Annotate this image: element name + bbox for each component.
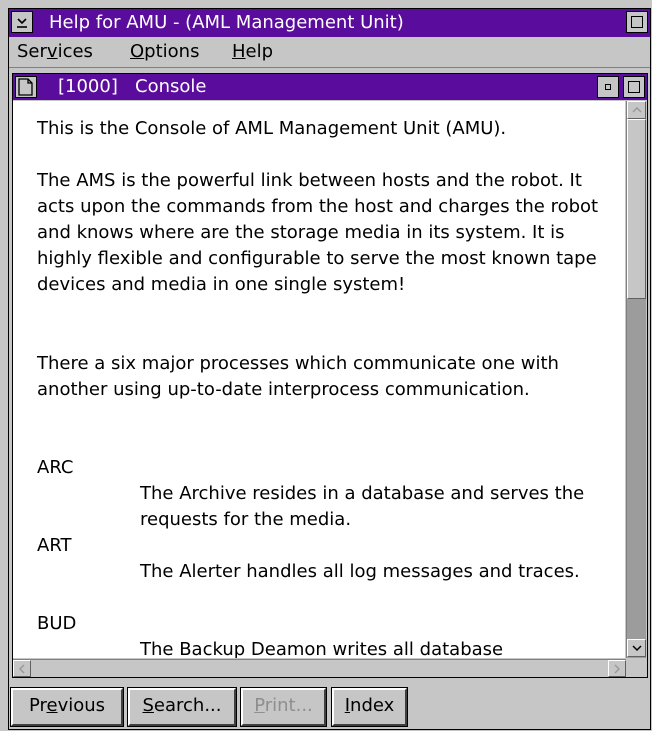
search-label: earch... xyxy=(153,695,222,716)
menu-services-label-a: Ser xyxy=(17,41,47,62)
chevron-left-icon xyxy=(19,663,25,674)
button-bar: Previous Search... Print... Index xyxy=(9,684,650,730)
paragraph: The AMS is the powerful link between hos… xyxy=(37,170,599,295)
paragraph: There a six major processes which commun… xyxy=(37,353,559,400)
index-button[interactable]: Index xyxy=(331,687,408,727)
window-title: Help for AMU - (AML Management Unit) xyxy=(49,12,404,33)
console-title: [1000] Console xyxy=(58,76,207,97)
menu-services-label-b: ices xyxy=(57,41,93,62)
console-maximize-button[interactable] xyxy=(623,76,645,98)
scroll-left-button[interactable] xyxy=(13,660,31,677)
previous-button[interactable]: Previous xyxy=(10,687,124,727)
previous-label-b: vious xyxy=(57,695,106,716)
document-icon[interactable] xyxy=(15,76,37,98)
menu-options[interactable]: Options xyxy=(130,41,199,63)
vertical-scrollbar[interactable] xyxy=(626,101,646,658)
menu-help-mnemonic: H xyxy=(232,41,246,62)
print-label: rint... xyxy=(264,695,313,716)
paragraph: This is the Console of AML Management Un… xyxy=(37,118,507,139)
scroll-down-button[interactable] xyxy=(627,639,646,657)
scroll-thumb[interactable] xyxy=(627,119,646,299)
menu-services[interactable]: Services xyxy=(17,41,93,63)
console-window: [1000] Console This is the Console of AM… xyxy=(12,73,648,678)
menu-options-label: ptions xyxy=(144,41,200,62)
title-bar[interactable]: Help for AMU - (AML Management Unit) xyxy=(9,9,650,37)
menu-help-label: elp xyxy=(245,41,274,62)
menu-bar: Services Options Help xyxy=(9,38,650,68)
chevron-up-icon xyxy=(631,107,642,113)
term-definition: The Archive resides in a database and se… xyxy=(140,483,585,530)
console-minimize-button[interactable] xyxy=(597,76,619,98)
menu-services-mnemonic: v xyxy=(46,41,58,62)
previous-mnemonic: e xyxy=(46,695,58,716)
chevron-down-icon xyxy=(17,18,27,28)
term-label: ARC xyxy=(37,457,74,478)
print-mnemonic: P xyxy=(254,695,265,716)
term-definition: The Alerter handles all log messages and… xyxy=(140,561,580,582)
chevron-down-icon xyxy=(631,645,642,651)
help-window: Help for AMU - (AML Management Unit) Ser… xyxy=(8,8,651,730)
previous-label-a: Pr xyxy=(28,695,47,716)
scroll-right-button[interactable] xyxy=(608,660,626,677)
scroll-up-button[interactable] xyxy=(627,101,646,119)
print-button[interactable]: Print... xyxy=(240,687,327,727)
term-label: BUD xyxy=(37,613,77,634)
term-definition: The Backup Deamon writes all database xyxy=(140,639,504,658)
console-title-bar[interactable]: [1000] Console xyxy=(13,74,647,100)
menu-help[interactable]: Help xyxy=(232,41,273,63)
search-mnemonic: S xyxy=(142,695,154,716)
maximize-button[interactable] xyxy=(626,11,648,33)
system-menu-button[interactable] xyxy=(11,11,33,33)
horizontal-scrollbar[interactable] xyxy=(13,659,626,677)
chevron-right-icon xyxy=(614,663,620,674)
search-button[interactable]: Search... xyxy=(127,687,237,727)
menu-options-mnemonic: O xyxy=(130,41,145,62)
page-fold-icon xyxy=(18,78,33,96)
index-label: ndex xyxy=(350,695,395,716)
term-label: ART xyxy=(37,535,72,556)
help-text-area[interactable]: This is the Console of AML Management Un… xyxy=(13,101,625,658)
